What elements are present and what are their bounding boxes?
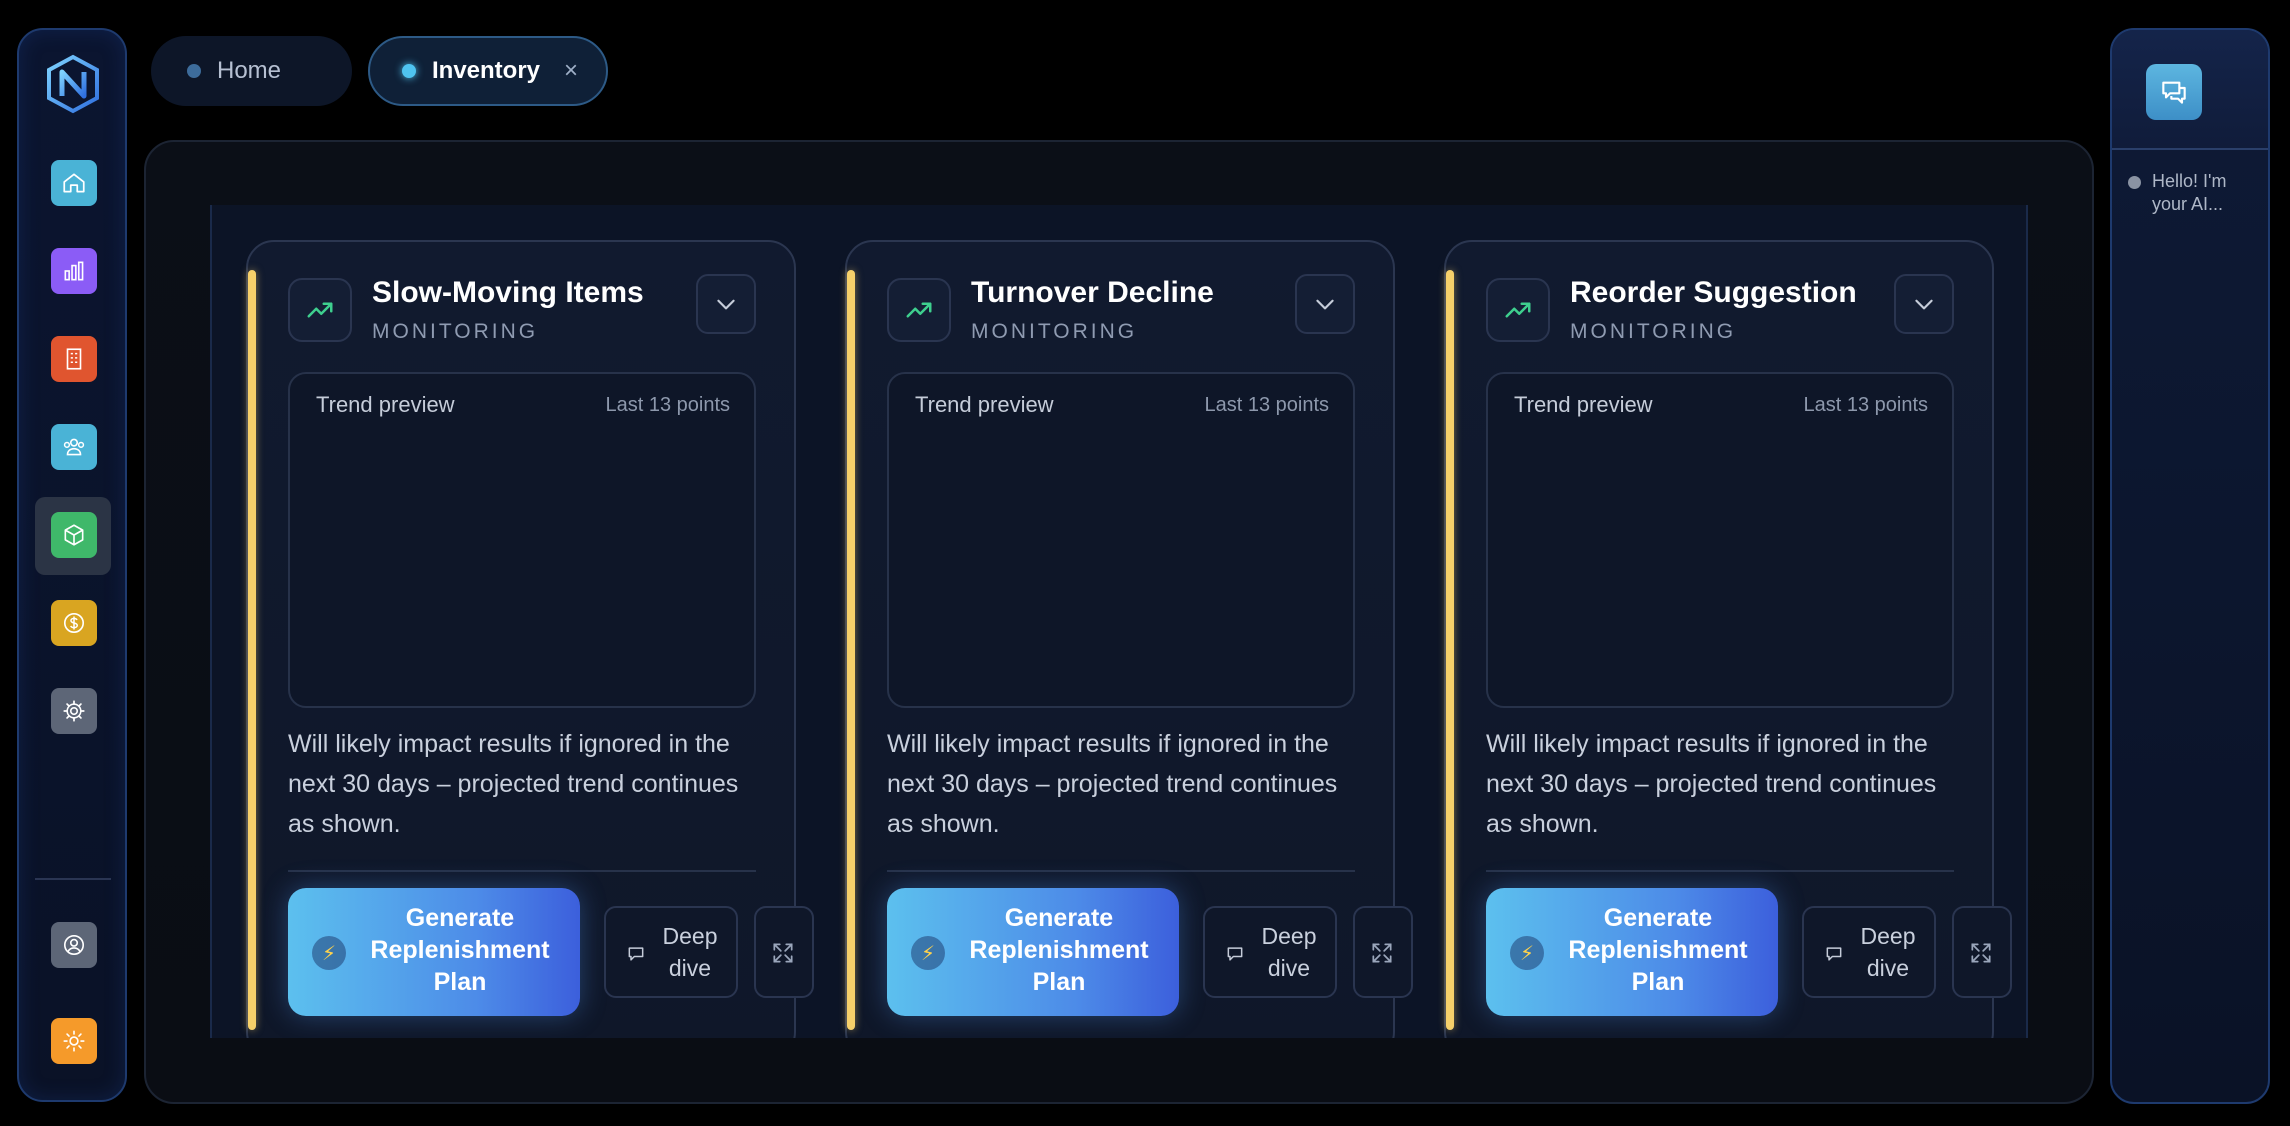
app-logo[interactable] bbox=[43, 54, 103, 114]
fullscreen-button[interactable] bbox=[1952, 906, 2012, 998]
card-accent-bar bbox=[248, 270, 256, 1030]
nav-finance-button[interactable] bbox=[51, 600, 97, 646]
sidebar-divider bbox=[35, 878, 111, 880]
deep-dive-button[interactable]: Deep dive bbox=[604, 906, 738, 998]
fullscreen-button[interactable] bbox=[754, 906, 814, 998]
chat-message-preview[interactable]: Hello! I'm your AI... bbox=[2152, 170, 2252, 216]
nav-inventory-button[interactable] bbox=[51, 512, 97, 558]
dollar-icon bbox=[63, 612, 85, 634]
card-title: Turnover Decline bbox=[971, 276, 1214, 309]
tab-status-dot bbox=[187, 64, 201, 78]
trend-preview: Trend preview Last 13 points bbox=[288, 372, 756, 708]
profile-button[interactable] bbox=[51, 922, 97, 968]
card-status: MONITORING bbox=[372, 320, 539, 343]
tab-home-label: Home bbox=[217, 57, 282, 84]
home-icon bbox=[63, 173, 85, 193]
trend-count: Last 13 points bbox=[1204, 394, 1329, 416]
card-icon-box bbox=[1486, 278, 1550, 342]
nav-home-button[interactable] bbox=[51, 160, 97, 206]
ai-assistant-panel: Hello! I'm your AI... bbox=[2110, 28, 2270, 1104]
expand-card-button[interactable] bbox=[696, 274, 756, 334]
card-accent-bar bbox=[847, 270, 855, 1030]
card-description: Will likely impact results if ignored in… bbox=[1486, 730, 1937, 838]
chat-bubble-icon bbox=[1826, 947, 1842, 961]
nav-organization-button[interactable] bbox=[51, 336, 97, 382]
generate-plan-label: Generate Replenishment Plan bbox=[969, 904, 1149, 996]
generate-plan-label: Generate Replenishment Plan bbox=[1568, 904, 1748, 996]
trending-up-icon bbox=[307, 302, 333, 318]
fullscreen-button[interactable] bbox=[1353, 906, 1413, 998]
card-status: MONITORING bbox=[1570, 320, 1737, 343]
insights-scroll-area[interactable]: Slow-Moving Items MONITORING Trend previ… bbox=[210, 205, 2028, 1038]
expand-icon bbox=[1971, 943, 1991, 963]
card-icon-box bbox=[288, 278, 352, 342]
trend-count: Last 13 points bbox=[1803, 394, 1928, 416]
building-icon bbox=[66, 348, 82, 370]
deep-dive-label: Deep dive bbox=[1860, 923, 1916, 981]
expand-card-button[interactable] bbox=[1894, 274, 1954, 334]
generate-plan-label: Generate Replenishment Plan bbox=[370, 904, 550, 996]
generate-plan-button[interactable]: ⚡ Generate Replenishment Plan bbox=[1486, 888, 1778, 1016]
deep-dive-button[interactable]: Deep dive bbox=[1203, 906, 1337, 998]
lightning-icon: ⚡ bbox=[312, 936, 346, 970]
card-description: Will likely impact results if ignored in… bbox=[887, 730, 1338, 838]
card-divider bbox=[288, 870, 756, 872]
close-tab-icon[interactable]: × bbox=[564, 57, 578, 85]
chat-bubble-icon bbox=[628, 947, 644, 961]
generate-plan-button[interactable]: ⚡ Generate Replenishment Plan bbox=[288, 888, 580, 1016]
insight-card: Slow-Moving Items MONITORING Trend previ… bbox=[246, 240, 814, 1038]
tab-status-dot bbox=[402, 64, 416, 78]
tab-home[interactable]: Home bbox=[151, 36, 352, 106]
insight-card: Turnover Decline MONITORING Trend previe… bbox=[845, 240, 1413, 1038]
card-divider bbox=[1486, 870, 1954, 872]
chat-header bbox=[2112, 30, 2268, 150]
left-sidebar bbox=[17, 28, 127, 1102]
deep-dive-button[interactable]: Deep dive bbox=[1802, 906, 1936, 998]
expand-icon bbox=[1372, 943, 1392, 963]
nav-settings-button[interactable] bbox=[51, 688, 97, 734]
nav-team-button[interactable] bbox=[51, 424, 97, 470]
generate-plan-button[interactable]: ⚡ Generate Replenishment Plan bbox=[887, 888, 1179, 1016]
expand-card-button[interactable] bbox=[1295, 274, 1355, 334]
theme-toggle-button[interactable] bbox=[51, 1018, 97, 1064]
trend-label: Trend preview bbox=[316, 392, 455, 417]
trend-count: Last 13 points bbox=[605, 394, 730, 416]
chat-status-dot bbox=[2128, 176, 2141, 189]
trend-label: Trend preview bbox=[1514, 392, 1653, 417]
nav-analytics-button[interactable] bbox=[51, 248, 97, 294]
users-icon bbox=[63, 438, 85, 456]
trend-preview: Trend preview Last 13 points bbox=[1486, 372, 1954, 708]
lightning-icon: ⚡ bbox=[911, 936, 945, 970]
deep-dive-label: Deep dive bbox=[662, 923, 718, 981]
card-title: Slow-Moving Items bbox=[372, 276, 644, 309]
lightning-icon: ⚡ bbox=[1510, 936, 1544, 970]
tab-inventory-label: Inventory bbox=[432, 57, 541, 84]
card-description: Will likely impact results if ignored in… bbox=[288, 730, 739, 838]
deep-dive-label: Deep dive bbox=[1261, 923, 1317, 981]
box-icon bbox=[64, 524, 84, 546]
trending-up-icon bbox=[906, 302, 932, 318]
user-profile-icon bbox=[63, 934, 85, 956]
chat-toggle-button[interactable] bbox=[2146, 64, 2202, 120]
chat-bubble-icon bbox=[1227, 947, 1243, 961]
card-title: Reorder Suggestion bbox=[1570, 276, 1857, 309]
trending-up-icon bbox=[1505, 302, 1531, 318]
chevron-down-icon bbox=[1316, 299, 1334, 310]
trend-preview: Trend preview Last 13 points bbox=[887, 372, 1355, 708]
chevron-down-icon bbox=[1915, 299, 1933, 310]
tab-inventory[interactable]: Inventory × bbox=[368, 36, 608, 106]
expand-icon bbox=[773, 943, 793, 963]
chevron-down-icon bbox=[717, 299, 735, 310]
trend-label: Trend preview bbox=[915, 392, 1054, 417]
card-accent-bar bbox=[1446, 270, 1454, 1030]
card-icon-box bbox=[887, 278, 951, 342]
chat-icon bbox=[2162, 81, 2186, 104]
card-divider bbox=[887, 870, 1355, 872]
insight-card: Reorder Suggestion MONITORING Trend prev… bbox=[1444, 240, 2012, 1038]
card-status: MONITORING bbox=[971, 320, 1138, 343]
bar-chart-icon bbox=[64, 261, 84, 281]
gear-icon bbox=[63, 700, 85, 722]
sun-icon bbox=[63, 1030, 85, 1052]
